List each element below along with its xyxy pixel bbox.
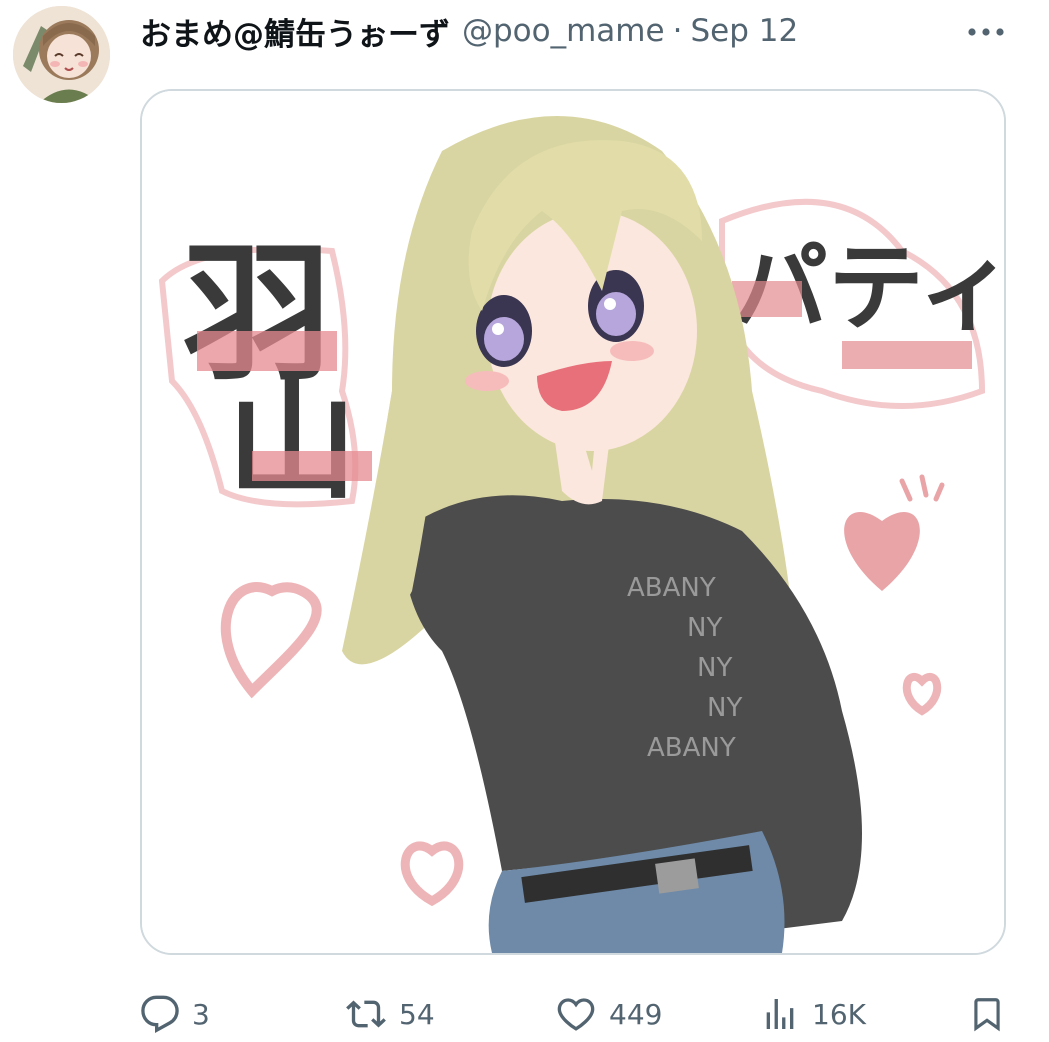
retweet-icon (346, 1000, 386, 1028)
illustration: 羽 山 パティ ABANY NY NY NY ABANY (142, 91, 1004, 953)
reply-count: 3 (192, 997, 210, 1031)
views-button[interactable]: 16K (760, 990, 866, 1038)
heart-icon (557, 998, 595, 1031)
svg-text:ABANY: ABANY (647, 733, 736, 763)
tweet-header: おまめ@鯖缶うぉーず @poo_mame · Sep 12 (140, 8, 798, 54)
reply-icon (141, 995, 179, 1033)
bookmark-button[interactable] (968, 990, 1006, 1038)
views-count: 16K (812, 997, 866, 1031)
tweet-image[interactable]: 羽 山 パティ ABANY NY NY NY ABANY (140, 89, 1006, 955)
user-handle[interactable]: @poo_mame (462, 13, 665, 49)
retweet-button[interactable]: 54 (345, 990, 435, 1038)
avatar-illustration (13, 6, 110, 103)
bookmark-icon (974, 998, 1000, 1032)
kanji-yama: 山 (227, 365, 357, 517)
like-count: 449 (609, 997, 663, 1031)
display-name[interactable]: おまめ@鯖缶うぉーず (140, 9, 450, 54)
tweet-actions: 3 54 449 16K (140, 990, 1010, 1040)
separator-dot: · (672, 13, 683, 49)
bar-chart-icon (766, 999, 794, 1029)
reply-button[interactable]: 3 (140, 990, 210, 1038)
more-button[interactable] (966, 24, 1006, 40)
retweet-count: 54 (399, 997, 435, 1031)
more-horizontal-icon (968, 28, 1004, 36)
svg-text:NY: NY (697, 653, 732, 683)
belt-buckle (655, 858, 699, 894)
svg-text:ABANY: ABANY (627, 573, 716, 603)
svg-text:NY: NY (707, 693, 742, 723)
timestamp[interactable]: Sep 12 (690, 13, 798, 49)
avatar[interactable] (13, 6, 110, 103)
tweet: おまめ@鯖缶うぉーず @poo_mame · Sep 12 羽 山 パティ AB… (0, 0, 1049, 1042)
like-button[interactable]: 449 (555, 990, 662, 1038)
svg-text:NY: NY (687, 613, 722, 643)
